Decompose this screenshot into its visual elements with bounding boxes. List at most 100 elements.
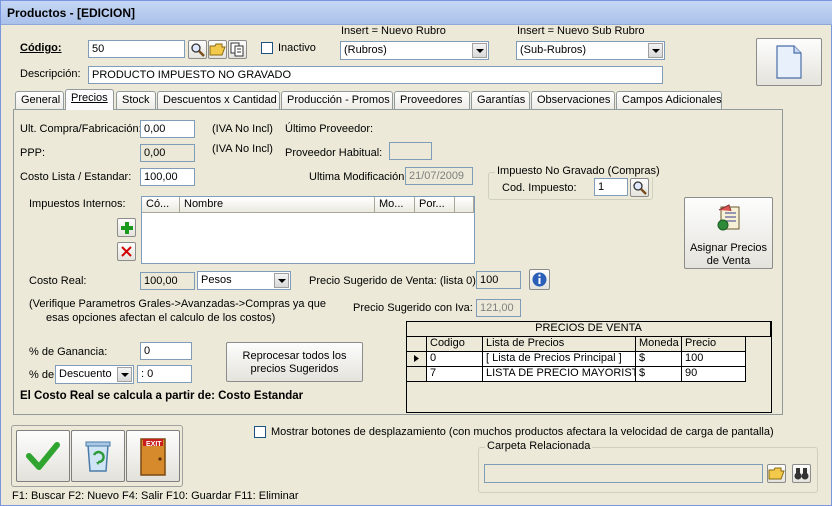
exit-button[interactable]: EXIT — [126, 430, 180, 482]
row-indicator — [407, 352, 427, 367]
column-header[interactable]: Codigo — [427, 337, 483, 352]
tab-campos-adicionales[interactable]: Campos Adicionales — [616, 91, 722, 109]
moneda-select[interactable]: Pesos — [197, 271, 291, 290]
table-cell[interactable]: 100 — [682, 352, 746, 367]
table-cell[interactable]: [ Lista de Precios Principal ] — [483, 352, 636, 367]
search-code-button[interactable] — [188, 40, 207, 59]
tab-garantias[interactable]: Garantías — [471, 91, 530, 109]
table-cell[interactable]: $ — [636, 352, 682, 367]
search-impuesto-button[interactable] — [630, 178, 649, 197]
chevron-down-icon[interactable] — [472, 43, 487, 58]
precio-sugerido-label: Precio Sugerido de Venta: (lista 0) — [309, 275, 476, 287]
table-cell[interactable]: LISTA DE PRECIO MAYORISTA — [483, 367, 636, 382]
impuesto-group-title: Impuesto No Gravado (Compras) — [495, 165, 662, 177]
descuento-select[interactable]: Descuento — [55, 365, 134, 384]
table-cell[interactable]: $ — [636, 367, 682, 382]
asignar-precios-line2: de Venta — [706, 255, 751, 267]
precios-venta-grid[interactable]: PRECIOS DE VENTA Codigo Lista de Precios… — [406, 321, 772, 413]
inactivo-label: Inactivo — [278, 42, 316, 54]
tab-stock[interactable]: Stock — [116, 91, 156, 109]
subrubro-caption: Insert = Nuevo Sub Rubro — [517, 25, 645, 37]
add-impuesto-button[interactable] — [117, 218, 136, 237]
find-carpeta-button[interactable] — [792, 464, 811, 483]
ppp-value: 0,00 — [140, 144, 195, 162]
verifique-line1: (Verifique Parametros Grales->Avanzadas-… — [29, 298, 326, 310]
tab-proveedores[interactable]: Proveedores — [394, 91, 470, 109]
mostrar-botones-checkbox[interactable] — [254, 426, 266, 438]
search-icon — [191, 43, 205, 57]
codigo-input[interactable]: 50 — [88, 40, 185, 58]
descripcion-input[interactable]: PRODUCTO IMPUESTO NO GRAVADO — [88, 66, 663, 84]
reprocesar-line2: precios Sugeridos — [250, 363, 339, 375]
rubro-value: (Rubros) — [344, 44, 387, 56]
column-header[interactable]: Mo... — [375, 197, 415, 213]
current-row-arrow-icon — [414, 355, 419, 362]
table-cell[interactable]: 7 — [427, 367, 483, 382]
info-button[interactable] — [529, 269, 550, 290]
costo-real-value: 100,00 — [140, 272, 195, 290]
asignar-precios-button[interactable]: Asignar Precios de Venta — [684, 197, 773, 269]
tab-precios[interactable]: Precios — [65, 89, 114, 110]
tab-observaciones[interactable]: Observaciones — [531, 91, 615, 109]
chevron-down-icon[interactable] — [117, 367, 132, 382]
cod-impuesto-label: Cod. Impuesto: — [502, 182, 577, 194]
folder-open-icon — [209, 43, 226, 56]
new-document-icon — [776, 45, 802, 79]
table-cell[interactable]: 90 — [682, 367, 746, 382]
new-document-button[interactable] — [756, 38, 822, 86]
rubro-select[interactable]: (Rubros) — [340, 41, 489, 60]
descuento-amount-input[interactable]: : 0 — [137, 365, 192, 383]
info-icon — [532, 272, 547, 287]
ultima-mod-value: 21/07/2009 — [405, 167, 473, 185]
shortcuts-hint: F1: Buscar F2: Nuevo F4: Salir F10: Guar… — [12, 490, 299, 502]
copy-button[interactable] — [228, 40, 247, 59]
reprocesar-button[interactable]: Reprocesar todos los precios Sugeridos — [226, 342, 363, 382]
chevron-down-icon[interactable] — [274, 273, 289, 288]
costo-real-note: El Costo Real se calcula a partir de: Co… — [20, 390, 304, 402]
search-icon — [633, 181, 647, 195]
costo-real-label: Costo Real: — [29, 275, 87, 287]
column-header[interactable]: Có... — [142, 197, 180, 213]
column-header[interactable]: Moneda — [636, 337, 682, 352]
ult-compra-input[interactable]: 0,00 — [140, 120, 195, 138]
precio-sugerido-value: 100 — [476, 271, 521, 289]
carpeta-input[interactable] — [484, 464, 763, 483]
tab-produccion[interactable]: Producción - Promos — [281, 91, 393, 109]
reprocesar-line1: Reprocesar todos los — [242, 350, 347, 362]
column-header[interactable]: Lista de Precios — [483, 337, 636, 352]
accept-button[interactable] — [16, 430, 70, 482]
product-window: Productos - [EDICION] Código: 50 Inactiv… — [0, 0, 832, 506]
checkmark-icon — [26, 442, 60, 470]
costo-lista-input[interactable]: 100,00 — [140, 168, 195, 186]
codigo-label: Código: — [20, 42, 62, 54]
column-header[interactable]: Precio — [682, 337, 746, 352]
inactivo-checkbox[interactable] — [261, 42, 273, 54]
open-carpeta-button[interactable] — [767, 464, 786, 483]
exit-door-icon — [140, 438, 166, 476]
tab-general[interactable]: General — [15, 91, 64, 109]
open-folder-button[interactable] — [208, 40, 227, 59]
impuestos-internos-grid[interactable]: Có... Nombre Mo... Por... — [141, 196, 475, 264]
chevron-down-icon[interactable] — [648, 43, 663, 58]
binoculars-icon — [794, 468, 809, 480]
column-header[interactable]: Por... — [415, 197, 455, 213]
recycle-button[interactable] — [71, 430, 125, 482]
row-indicator — [407, 367, 427, 382]
tab-descuentos[interactable]: Descuentos x Cantidad — [157, 91, 280, 109]
table-cell[interactable]: 0 — [427, 352, 483, 367]
column-header-filler — [455, 197, 474, 213]
delete-impuesto-button[interactable] — [117, 242, 136, 261]
subrubro-select[interactable]: (Sub-Rubros) — [516, 41, 665, 60]
carpeta-label: Carpeta Relacionada — [485, 440, 593, 452]
cod-impuesto-input[interactable]: 1 — [594, 178, 628, 196]
ultima-mod-label: Ultima Modificación: — [309, 171, 408, 183]
title-bar: Productos - [EDICION] — [1, 1, 832, 25]
precios-venta-title: PRECIOS DE VENTA — [407, 322, 771, 337]
descripcion-label: Descripción: — [20, 68, 81, 80]
mostrar-botones-label: Mostrar botones de desplazamiento (con m… — [271, 426, 774, 438]
moneda-value: Pesos — [201, 274, 232, 286]
costo-lista-label: Costo Lista / Estandar: — [20, 171, 132, 183]
column-header[interactable]: Nombre — [180, 197, 375, 213]
row-indicator-header — [407, 337, 427, 352]
ganancia-input[interactable]: 0 — [140, 342, 192, 360]
